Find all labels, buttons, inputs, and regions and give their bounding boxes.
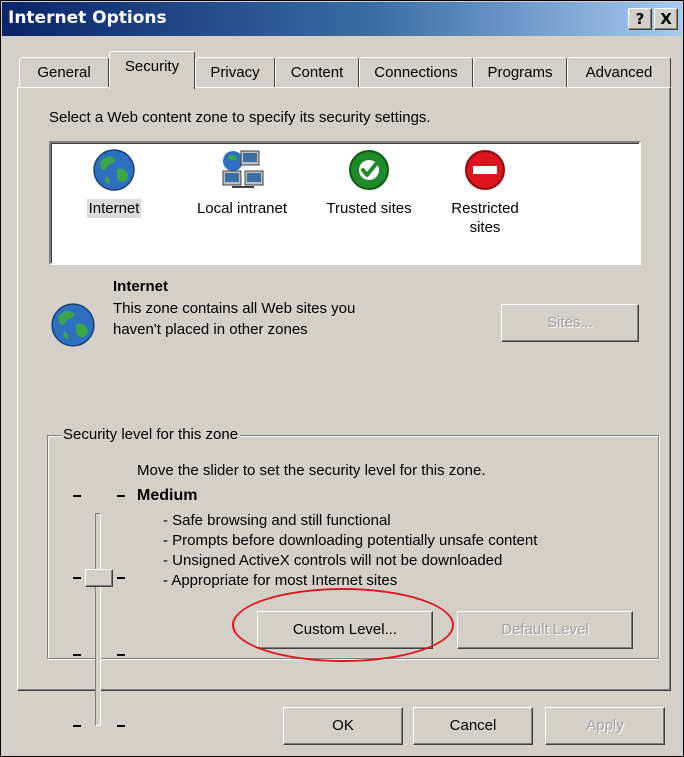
zone-local-intranet-label: Local intranet [196,200,288,217]
slider-tick [73,725,81,727]
zone-internet-label: Internet [86,199,142,218]
slider-tick [117,577,125,579]
close-button[interactable]: X [654,8,678,30]
zone-list[interactable]: Internet Local intranet Trusted sites Re… [49,141,641,265]
tab-security[interactable]: Security [109,51,195,89]
security-level-detail: - Unsigned ActiveX controls will not be … [163,552,503,569]
zone-trusted-sites[interactable]: Trusted sites [313,147,425,218]
slider-instruction: Move the slider to set the security leve… [137,462,486,479]
security-level-legend: Security level for this zone [61,426,241,443]
slider-tick [73,495,81,497]
slider-tick [117,495,125,497]
security-slider-thumb[interactable] [85,569,113,587]
help-button[interactable]: ? [628,8,652,30]
tab-programs[interactable]: Programs [473,57,567,89]
zone-instruction: Select a Web content zone to specify its… [49,109,431,126]
security-level-name: Medium [137,487,198,504]
internet-options-window: Internet Options ? X General Security Pr… [0,0,684,757]
security-level-detail: - Prompts before downloading potentially… [163,532,538,549]
sites-button[interactable]: Sites... [501,304,639,342]
custom-level-button[interactable]: Custom Level... [257,611,433,649]
network-computers-icon [222,150,264,188]
zone-restricted-sites-label: Restricted sites [451,200,519,236]
slider-tick [73,654,81,656]
tab-general[interactable]: General [19,57,109,89]
zone-restricted-sites[interactable]: Restricted sites [433,147,537,237]
globe-icon [93,149,135,191]
zone-info-desc-line2: haven't placed in other zones [113,321,308,338]
tab-connections[interactable]: Connections [359,57,473,89]
ok-button[interactable]: OK [283,707,403,745]
zone-trusted-sites-label: Trusted sites [326,200,412,217]
green-check-icon [349,150,389,190]
tab-content[interactable]: Content [275,57,359,89]
selected-zone-globe-icon [51,303,95,347]
tab-advanced[interactable]: Advanced [567,57,671,89]
zone-info-desc-line1: This zone contains all Web sites you [113,300,356,317]
slider-tick [73,577,81,579]
slider-tick [117,654,125,656]
default-level-button[interactable]: Default Level [457,611,633,649]
security-level-detail: - Safe browsing and still functional [163,512,391,529]
slider-tick [117,725,125,727]
red-no-entry-icon [465,150,505,190]
tab-privacy[interactable]: Privacy [195,57,275,89]
zone-internet[interactable]: Internet [69,147,159,218]
title-bar[interactable]: Internet Options ? X [2,2,682,36]
security-level-detail: - Appropriate for most Internet sites [163,572,398,589]
zone-info-title: Internet [113,278,169,295]
window-title: Internet Options [8,8,167,28]
apply-button[interactable]: Apply [545,707,665,745]
security-slider-track[interactable] [95,513,101,726]
zone-local-intranet[interactable]: Local intranet [179,147,305,218]
cancel-button[interactable]: Cancel [413,707,533,745]
